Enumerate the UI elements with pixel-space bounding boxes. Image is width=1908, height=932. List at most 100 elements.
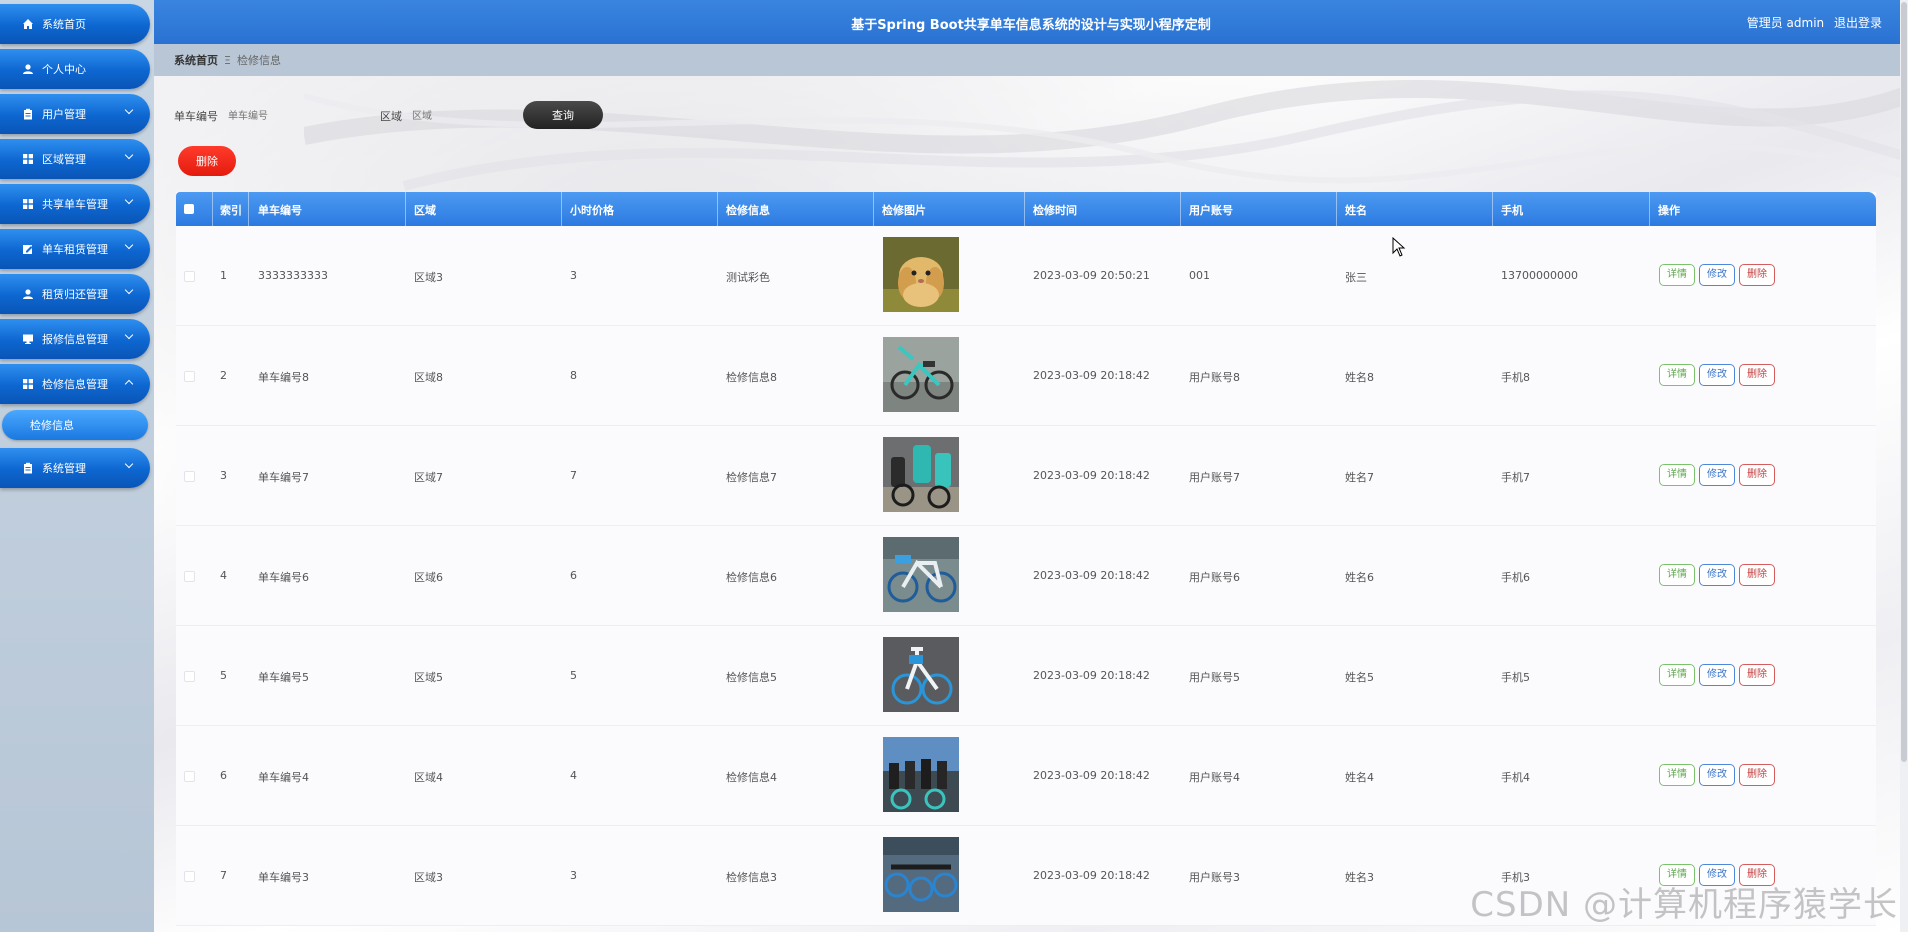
chevron-down-icon: [124, 240, 134, 250]
sidebar-item-label: 租赁归还管理: [42, 288, 108, 301]
sidebar-item-9[interactable]: 检修信息管理: [0, 364, 150, 404]
sidebar-item-5[interactable]: 共享单车管理: [0, 184, 150, 224]
logout-link[interactable]: 退出登录: [1834, 16, 1882, 30]
sidebar-item-label: 报修信息管理: [42, 333, 108, 346]
inspection-image[interactable]: [883, 337, 959, 412]
chevron-down-icon: [124, 105, 134, 115]
cell-hourly-price: 3: [570, 869, 577, 882]
sidebar-subitem-label: 检修信息: [30, 419, 74, 432]
inspection-image[interactable]: [883, 637, 959, 712]
page-scrollbar[interactable]: [1900, 0, 1908, 932]
cell-inspection-info: 检修信息4: [726, 771, 777, 784]
delete-button[interactable]: 删除: [1739, 564, 1775, 586]
cell-area: 区域5: [414, 671, 443, 684]
chevron-up-icon: [124, 379, 134, 389]
delete-button[interactable]: 删除: [1739, 364, 1775, 386]
inspection-image[interactable]: [883, 437, 959, 512]
background-decoration: [304, 76, 1904, 196]
col-bike-number: 单车编号: [258, 204, 302, 217]
cell-area: 区域4: [414, 771, 443, 784]
breadcrumb: 系统首页 Ξ 检修信息: [154, 44, 1900, 76]
delete-button[interactable]: 删除: [1739, 764, 1775, 786]
table-row: 1 3333333333 区域3 3 测试彩色 2023-03-09 20:50:21 00…: [176, 226, 1876, 326]
cell-hourly-price: 3: [570, 269, 577, 282]
cell-index: 3: [220, 469, 227, 482]
cell-inspection-time: 2023-03-09 20:18:42: [1033, 869, 1150, 882]
delete-button[interactable]: 删除: [1739, 264, 1775, 286]
inspection-image[interactable]: [883, 737, 959, 812]
row-checkbox[interactable]: [184, 471, 195, 482]
edit-button[interactable]: 修改: [1699, 764, 1735, 786]
cell-inspection-info: 检修信息6: [726, 571, 777, 584]
sidebar-item-3[interactable]: 用户管理: [0, 94, 150, 134]
sidebar-item-8[interactable]: 报修信息管理: [0, 319, 150, 359]
cell-inspection-info: 检修信息5: [726, 671, 777, 684]
user-icon: [22, 288, 34, 300]
sidebar-item-10[interactable]: 系统管理: [0, 448, 150, 488]
detail-button[interactable]: 详情: [1659, 264, 1695, 286]
select-all-checkbox[interactable]: [184, 204, 194, 214]
cell-inspection-info: 检修信息8: [726, 371, 777, 384]
cell-area: 区域8: [414, 371, 443, 384]
home-icon: [22, 18, 34, 30]
sidebar-item-1[interactable]: 系统首页: [0, 4, 150, 44]
cell-name: 姓名7: [1345, 471, 1374, 484]
detail-button[interactable]: 详情: [1659, 364, 1695, 386]
cell-bike-number: 单车编号3: [258, 871, 309, 884]
col-actions: 操作: [1658, 204, 1680, 217]
detail-button[interactable]: 详情: [1659, 564, 1695, 586]
edit-button[interactable]: 修改: [1699, 664, 1735, 686]
row-checkbox[interactable]: [184, 771, 195, 782]
cell-hourly-price: 6: [570, 569, 577, 582]
delete-button[interactable]: 删除: [1739, 664, 1775, 686]
query-button[interactable]: 查询: [523, 101, 603, 129]
sidebar-item-2[interactable]: 个人中心: [0, 49, 150, 89]
sidebar-item-6[interactable]: 单车租赁管理: [0, 229, 150, 269]
sidebar-item-7[interactable]: 租赁归还管理: [0, 274, 150, 314]
top-header: 基于Spring Boot共享单车信息系统的设计与实现小程序定制 管理员 adm…: [154, 0, 1908, 44]
row-checkbox[interactable]: [184, 371, 195, 382]
cell-name: 姓名3: [1345, 871, 1374, 884]
col-hourly-price: 小时价格: [570, 204, 614, 217]
grid-icon: [22, 378, 34, 390]
sidebar-item-label: 系统首页: [42, 18, 86, 31]
cell-name: 姓名6: [1345, 571, 1374, 584]
inspection-image[interactable]: [883, 837, 959, 912]
cell-inspection-time: 2023-03-09 20:18:42: [1033, 569, 1150, 582]
row-checkbox[interactable]: [184, 871, 195, 882]
col-index: 索引: [220, 204, 242, 217]
batch-delete-button[interactable]: 删除: [178, 146, 236, 176]
inspection-image[interactable]: [883, 237, 959, 312]
edit-button[interactable]: 修改: [1699, 464, 1735, 486]
sidebar-item-label: 系统管理: [42, 462, 86, 475]
cell-phone: 手机7: [1501, 471, 1530, 484]
area-input[interactable]: [410, 109, 534, 123]
row-actions: 详情 修改 删除: [1659, 464, 1775, 486]
sidebar-item-4[interactable]: 区域管理: [0, 139, 150, 179]
row-actions: 详情 修改 删除: [1659, 664, 1775, 686]
col-inspection-time: 检修时间: [1033, 204, 1077, 217]
edit-button[interactable]: 修改: [1699, 564, 1735, 586]
detail-button[interactable]: 详情: [1659, 764, 1695, 786]
detail-button[interactable]: 详情: [1659, 664, 1695, 686]
cell-phone: 手机8: [1501, 371, 1530, 384]
row-checkbox[interactable]: [184, 671, 195, 682]
delete-button[interactable]: 删除: [1739, 464, 1775, 486]
sidebar-subitem-inspection-info[interactable]: 检修信息: [2, 410, 148, 440]
cell-inspection-info: 测试彩色: [726, 271, 770, 284]
row-checkbox[interactable]: [184, 571, 195, 582]
cell-index: 2: [220, 369, 227, 382]
breadcrumb-home[interactable]: 系统首页: [174, 52, 218, 68]
cell-bike-number: 单车编号8: [258, 371, 309, 384]
table-row: 2 单车编号8 区域8 8 检修信息8 2023-03-09 20:18:42 用户账号8 姓…: [176, 326, 1876, 426]
edit-button[interactable]: 修改: [1699, 264, 1735, 286]
admin-label: 管理员 admin: [1746, 16, 1825, 30]
bike-number-input[interactable]: [226, 109, 350, 123]
chevron-down-icon: [124, 330, 134, 340]
scrollbar-thumb[interactable]: [1901, 2, 1907, 762]
row-checkbox[interactable]: [184, 271, 195, 282]
cell-area: 区域6: [414, 571, 443, 584]
detail-button[interactable]: 详情: [1659, 464, 1695, 486]
edit-button[interactable]: 修改: [1699, 364, 1735, 386]
inspection-image[interactable]: [883, 537, 959, 612]
